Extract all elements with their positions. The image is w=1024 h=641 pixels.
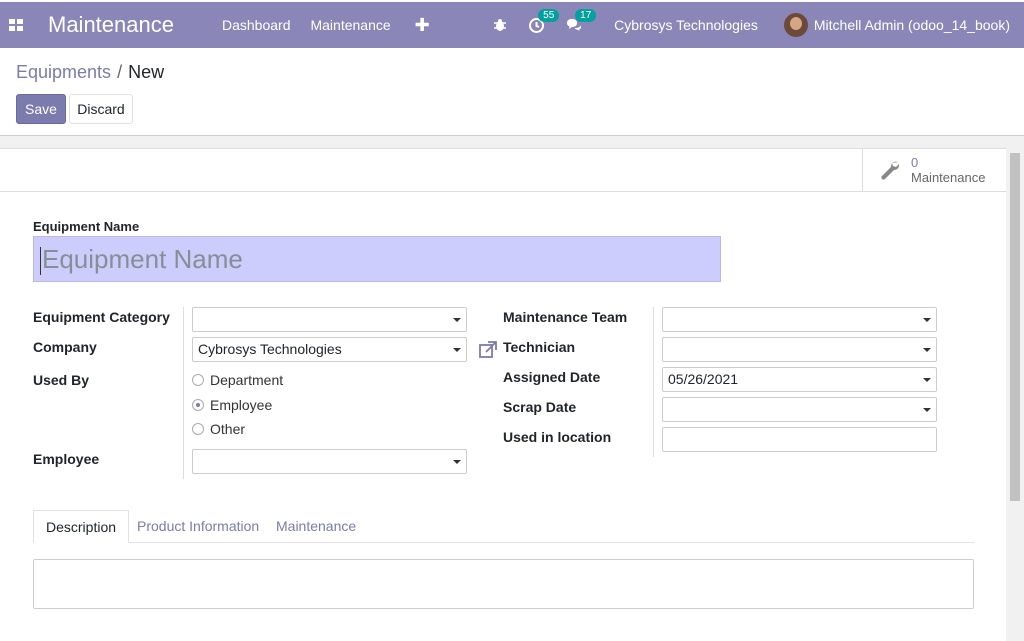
activity-count-badge: 55 [538, 8, 560, 22]
scrollbar[interactable] [1008, 149, 1022, 641]
company-select[interactable]: Cybrosys Technologies [192, 337, 467, 362]
scrollbar-thumb[interactable] [1010, 153, 1020, 501]
chevron-down-icon [453, 318, 461, 322]
used-by-label: Used By [33, 372, 90, 388]
used-by-employee-radio[interactable]: Employee [192, 397, 272, 413]
stat-label: Maintenance [911, 170, 986, 185]
company-label: Company [33, 339, 97, 355]
equipment-category-select[interactable] [192, 307, 467, 332]
grid-icon [9, 19, 23, 31]
radio-label: Employee [210, 397, 273, 413]
chevron-down-icon [453, 348, 461, 352]
avatar[interactable] [783, 13, 808, 37]
technician-select[interactable] [662, 337, 937, 362]
tab-product-information[interactable]: Product Information [137, 510, 259, 543]
breadcrumb: Equipments / New [16, 62, 164, 83]
main-navbar: Maintenance Dashboard Maintenance ✚ 55 1… [0, 2, 1024, 48]
technician-label: Technician [503, 339, 576, 355]
navbar-systray: 55 17 Cybrosys Technologies Mitchell Adm… [493, 2, 1010, 48]
message-count-badge: 17 [575, 9, 597, 22]
scrap-date-label: Scrap Date [503, 399, 577, 415]
used-by-other-radio[interactable]: Other [192, 421, 245, 437]
breadcrumb-current: New [128, 62, 165, 82]
chevron-down-icon [453, 460, 461, 464]
description-editor[interactable] [33, 559, 974, 609]
used-in-location-input[interactable] [662, 427, 937, 452]
assigned-date-label: Assigned Date [503, 369, 601, 385]
breadcrumb-equipments[interactable]: Equipments [16, 62, 111, 82]
user-menu[interactable]: Mitchell Admin (odoo_14_book) [814, 17, 1010, 33]
text-caret [40, 247, 41, 276]
menu-maintenance[interactable]: Maintenance [310, 17, 390, 33]
used-by-department-radio[interactable]: Department [192, 372, 283, 388]
maintenance-team-select[interactable] [662, 307, 937, 332]
maintenance-stat-button[interactable]: 0 Maintenance [862, 149, 1006, 191]
radio-label: Department [210, 372, 284, 388]
chevron-down-icon [923, 318, 931, 322]
equipment-name-input[interactable]: Equipment Name [33, 236, 721, 282]
scrap-date-picker[interactable] [662, 397, 937, 422]
wrench-icon [881, 161, 900, 180]
apps-menu-button[interactable] [0, 2, 32, 48]
used-in-location-label: Used in location [503, 429, 612, 445]
plus-icon[interactable]: ✚ [415, 15, 430, 36]
company-switcher[interactable]: Cybrosys Technologies [614, 17, 758, 33]
discard-button[interactable]: Discard [69, 94, 133, 124]
form-sheet: 0 Maintenance Equipment Name Equipment N… [0, 148, 1006, 641]
notebook-tabs: Description Product Information Maintena… [33, 510, 974, 543]
right-group-separator [653, 307, 654, 457]
assigned-date-picker[interactable]: 05/26/2021 [662, 367, 937, 392]
equipment-name-label: Equipment Name [33, 219, 140, 234]
stat-count: 0 [911, 155, 919, 170]
messages-icon[interactable]: 17 [566, 9, 597, 32]
chevron-down-icon [923, 408, 931, 412]
chevron-down-icon [923, 348, 931, 352]
assigned-date-value: 05/26/2021 [668, 371, 739, 387]
breadcrumb-separator: / [117, 62, 123, 82]
employee-select[interactable] [192, 449, 467, 474]
maintenance-team-label: Maintenance Team [503, 309, 628, 325]
tab-description[interactable]: Description [33, 510, 130, 543]
radio-circle-checked[interactable] [192, 399, 204, 411]
equipment-name-placeholder: Equipment Name [42, 244, 243, 274]
radio-label: Other [210, 421, 246, 437]
radio-circle[interactable] [192, 374, 204, 386]
app-title[interactable]: Maintenance [48, 12, 174, 38]
activity-clock-icon[interactable]: 55 [529, 8, 560, 33]
company-value: Cybrosys Technologies [198, 341, 342, 357]
radio-circle[interactable] [192, 423, 204, 435]
tab-maintenance[interactable]: Maintenance [276, 510, 356, 543]
menu-dashboard[interactable]: Dashboard [222, 17, 291, 33]
button-box: 0 Maintenance [0, 149, 1006, 192]
chevron-down-icon [923, 378, 931, 382]
equipment-category-label: Equipment Category [33, 309, 170, 325]
left-group-separator [183, 307, 184, 479]
external-link-icon[interactable] [478, 340, 498, 360]
debug-bug-icon[interactable] [493, 18, 507, 32]
save-button[interactable]: Save [16, 94, 66, 124]
employee-label: Employee [33, 451, 100, 467]
